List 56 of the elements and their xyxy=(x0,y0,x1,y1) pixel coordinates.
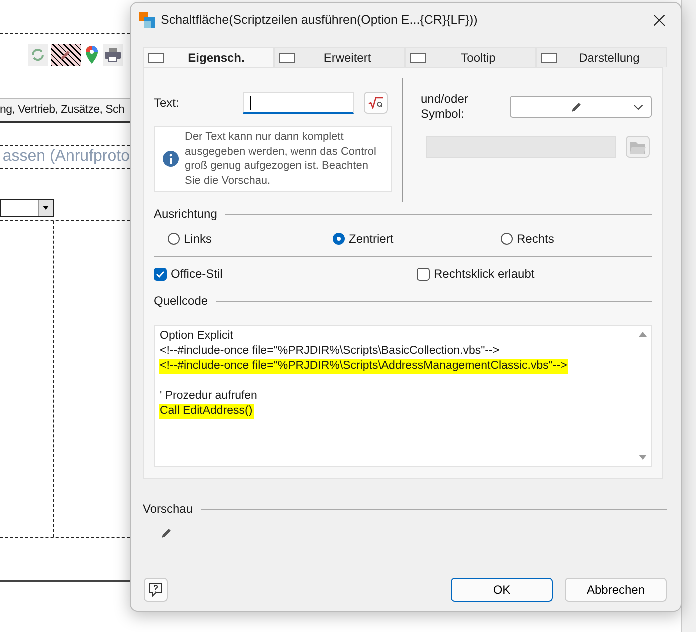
refresh-icon xyxy=(31,48,45,62)
tab-strip-text: ng, Vertrieb, Zusätze, Sch xyxy=(0,98,130,123)
tab[interactable]: Darstellung xyxy=(536,47,667,67)
square-root-icon xyxy=(368,97,384,109)
scroll-down-icon xyxy=(639,455,647,460)
checkbox[interactable] xyxy=(417,268,430,280)
checkbox-label: Rechtsklick erlaubt xyxy=(434,267,535,281)
caret-icon xyxy=(43,206,49,210)
field-label: Text: xyxy=(154,96,180,110)
pencil-icon xyxy=(60,49,72,61)
preview-pencil-icon xyxy=(161,527,173,539)
code-line: ' Prozedur aufrufen xyxy=(159,389,258,404)
tab[interactable]: Erweitert xyxy=(274,47,405,67)
dialog-button[interactable]: OK xyxy=(451,578,553,602)
radio-button[interactable] xyxy=(168,233,180,245)
dialog-button[interactable]: Abbrechen xyxy=(565,578,667,602)
scroll-up-icon xyxy=(639,332,647,337)
code-line: Option Explicit xyxy=(159,329,235,344)
folder-icon xyxy=(630,140,646,154)
help-button[interactable] xyxy=(144,578,168,602)
tab[interactable]: Eigensch. xyxy=(143,47,274,67)
edit-button[interactable] xyxy=(51,44,81,66)
map-pin-icon[interactable] xyxy=(84,45,100,65)
printer-icon xyxy=(105,48,121,62)
print-button[interactable] xyxy=(103,44,123,66)
app-icon xyxy=(139,12,155,28)
group-title: Ausrichtung xyxy=(154,207,218,221)
radio-label: Zentriert xyxy=(349,232,394,246)
info-text: Der Text kann nur dann komplett ausgegeben werden, wenn das Control groß genug aufgezogen ist. Beachten Sie die Vorschau. xyxy=(185,130,378,188)
checkbox-label: Office-Stil xyxy=(171,267,223,281)
formula-button[interactable] xyxy=(364,92,388,114)
field-label: und/oder Symbol: xyxy=(421,92,470,122)
checkbox[interactable] xyxy=(154,268,167,280)
tab-rectangle-icon xyxy=(541,52,557,62)
code-line: <!--#include-once file="%PRJDIR%\Scripts\BasicCollection.vbs"--> xyxy=(159,344,501,359)
radio-button[interactable] xyxy=(501,233,513,245)
tab-rectangle-icon xyxy=(148,52,164,62)
text-input[interactable] xyxy=(243,92,354,114)
radio-label: Links xyxy=(184,232,212,246)
close-icon xyxy=(654,14,664,26)
code-editor[interactable]: Option Explicit <!--#include-once file="%PRJDIR%\Scripts\BasicCollection.vbs"--> <!--#include-once file="%PRJDIR%\Scripts\AddressManagementClassic.vbs"--> ' Prozedur aufrufen Call EditAddress() xyxy=(154,325,652,467)
checkmark-icon xyxy=(156,270,165,278)
tab[interactable]: Tooltip xyxy=(405,47,536,67)
window-title: Schaltfläche(Scriptzeilen ausführen(Option E...{CR}{LF})) xyxy=(161,13,479,27)
path-input[interactable] xyxy=(426,136,616,158)
group-title: Quellcode xyxy=(154,294,208,308)
help-icon xyxy=(149,583,163,597)
tab-rectangle-icon xyxy=(410,52,426,62)
radio-label: Rechts xyxy=(517,232,554,246)
tab-rectangle-icon xyxy=(279,52,295,62)
info-icon xyxy=(163,151,179,167)
pencil-icon xyxy=(570,101,582,113)
dropdown-field[interactable] xyxy=(0,199,54,217)
group-title: Vorschau xyxy=(143,502,194,516)
radio-button[interactable] xyxy=(333,233,345,245)
chevron-down-icon xyxy=(634,104,643,110)
